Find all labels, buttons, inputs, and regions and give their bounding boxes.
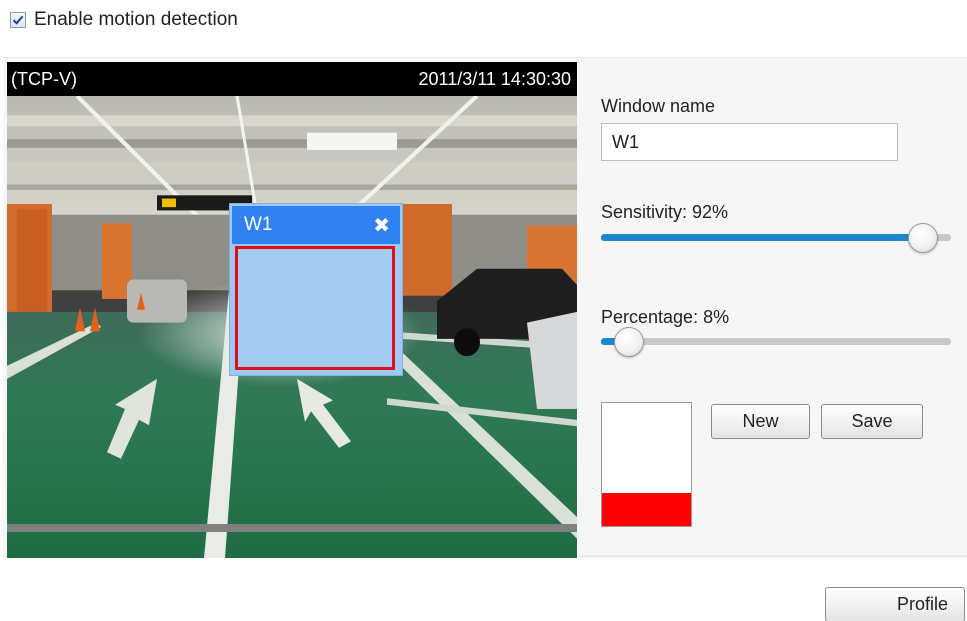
window-name-input[interactable]: [601, 123, 898, 161]
close-icon[interactable]: ✖: [373, 213, 390, 238]
motion-detection-area[interactable]: [235, 246, 395, 370]
checkmark-icon: [12, 15, 24, 25]
percentage-handle[interactable]: [614, 327, 644, 357]
sensitivity-handle[interactable]: [908, 223, 938, 253]
profile-button[interactable]: Profile: [825, 587, 965, 621]
enable-motion-checkbox[interactable]: [10, 12, 26, 28]
sensitivity-fill: [601, 234, 923, 241]
save-button[interactable]: Save: [821, 404, 923, 439]
window-name-label: Window name: [601, 96, 716, 116]
percentage-track[interactable]: [601, 338, 951, 345]
motion-activity-meter: [601, 402, 692, 527]
enable-motion-label: Enable motion detection: [34, 9, 238, 30]
percentage-slider[interactable]: [601, 327, 951, 357]
new-button[interactable]: New: [711, 404, 810, 439]
enable-motion-row[interactable]: Enable motion detection: [10, 9, 238, 31]
motion-window-titlebar[interactable]: W1 ✖: [232, 206, 400, 244]
sensitivity-label: Sensitivity: 92%: [601, 202, 729, 222]
video-frame-edge: [7, 524, 577, 532]
video-info-bar: (TCP-V) 2011/3/11 14:30:30: [7, 62, 577, 96]
percentage-label: Percentage: 8%: [601, 307, 730, 327]
sensitivity-slider[interactable]: [601, 223, 951, 253]
video-timestamp: 2011/3/11 14:30:30: [418, 68, 571, 89]
video-protocol: (TCP-V): [11, 68, 77, 89]
motion-window-name: W1: [244, 214, 273, 235]
motion-activity-level: [602, 492, 691, 526]
motion-window[interactable]: W1 ✖: [229, 203, 403, 376]
motion-detection-page: Enable motion detection (TCP-V) 2011/3/1…: [0, 0, 967, 621]
